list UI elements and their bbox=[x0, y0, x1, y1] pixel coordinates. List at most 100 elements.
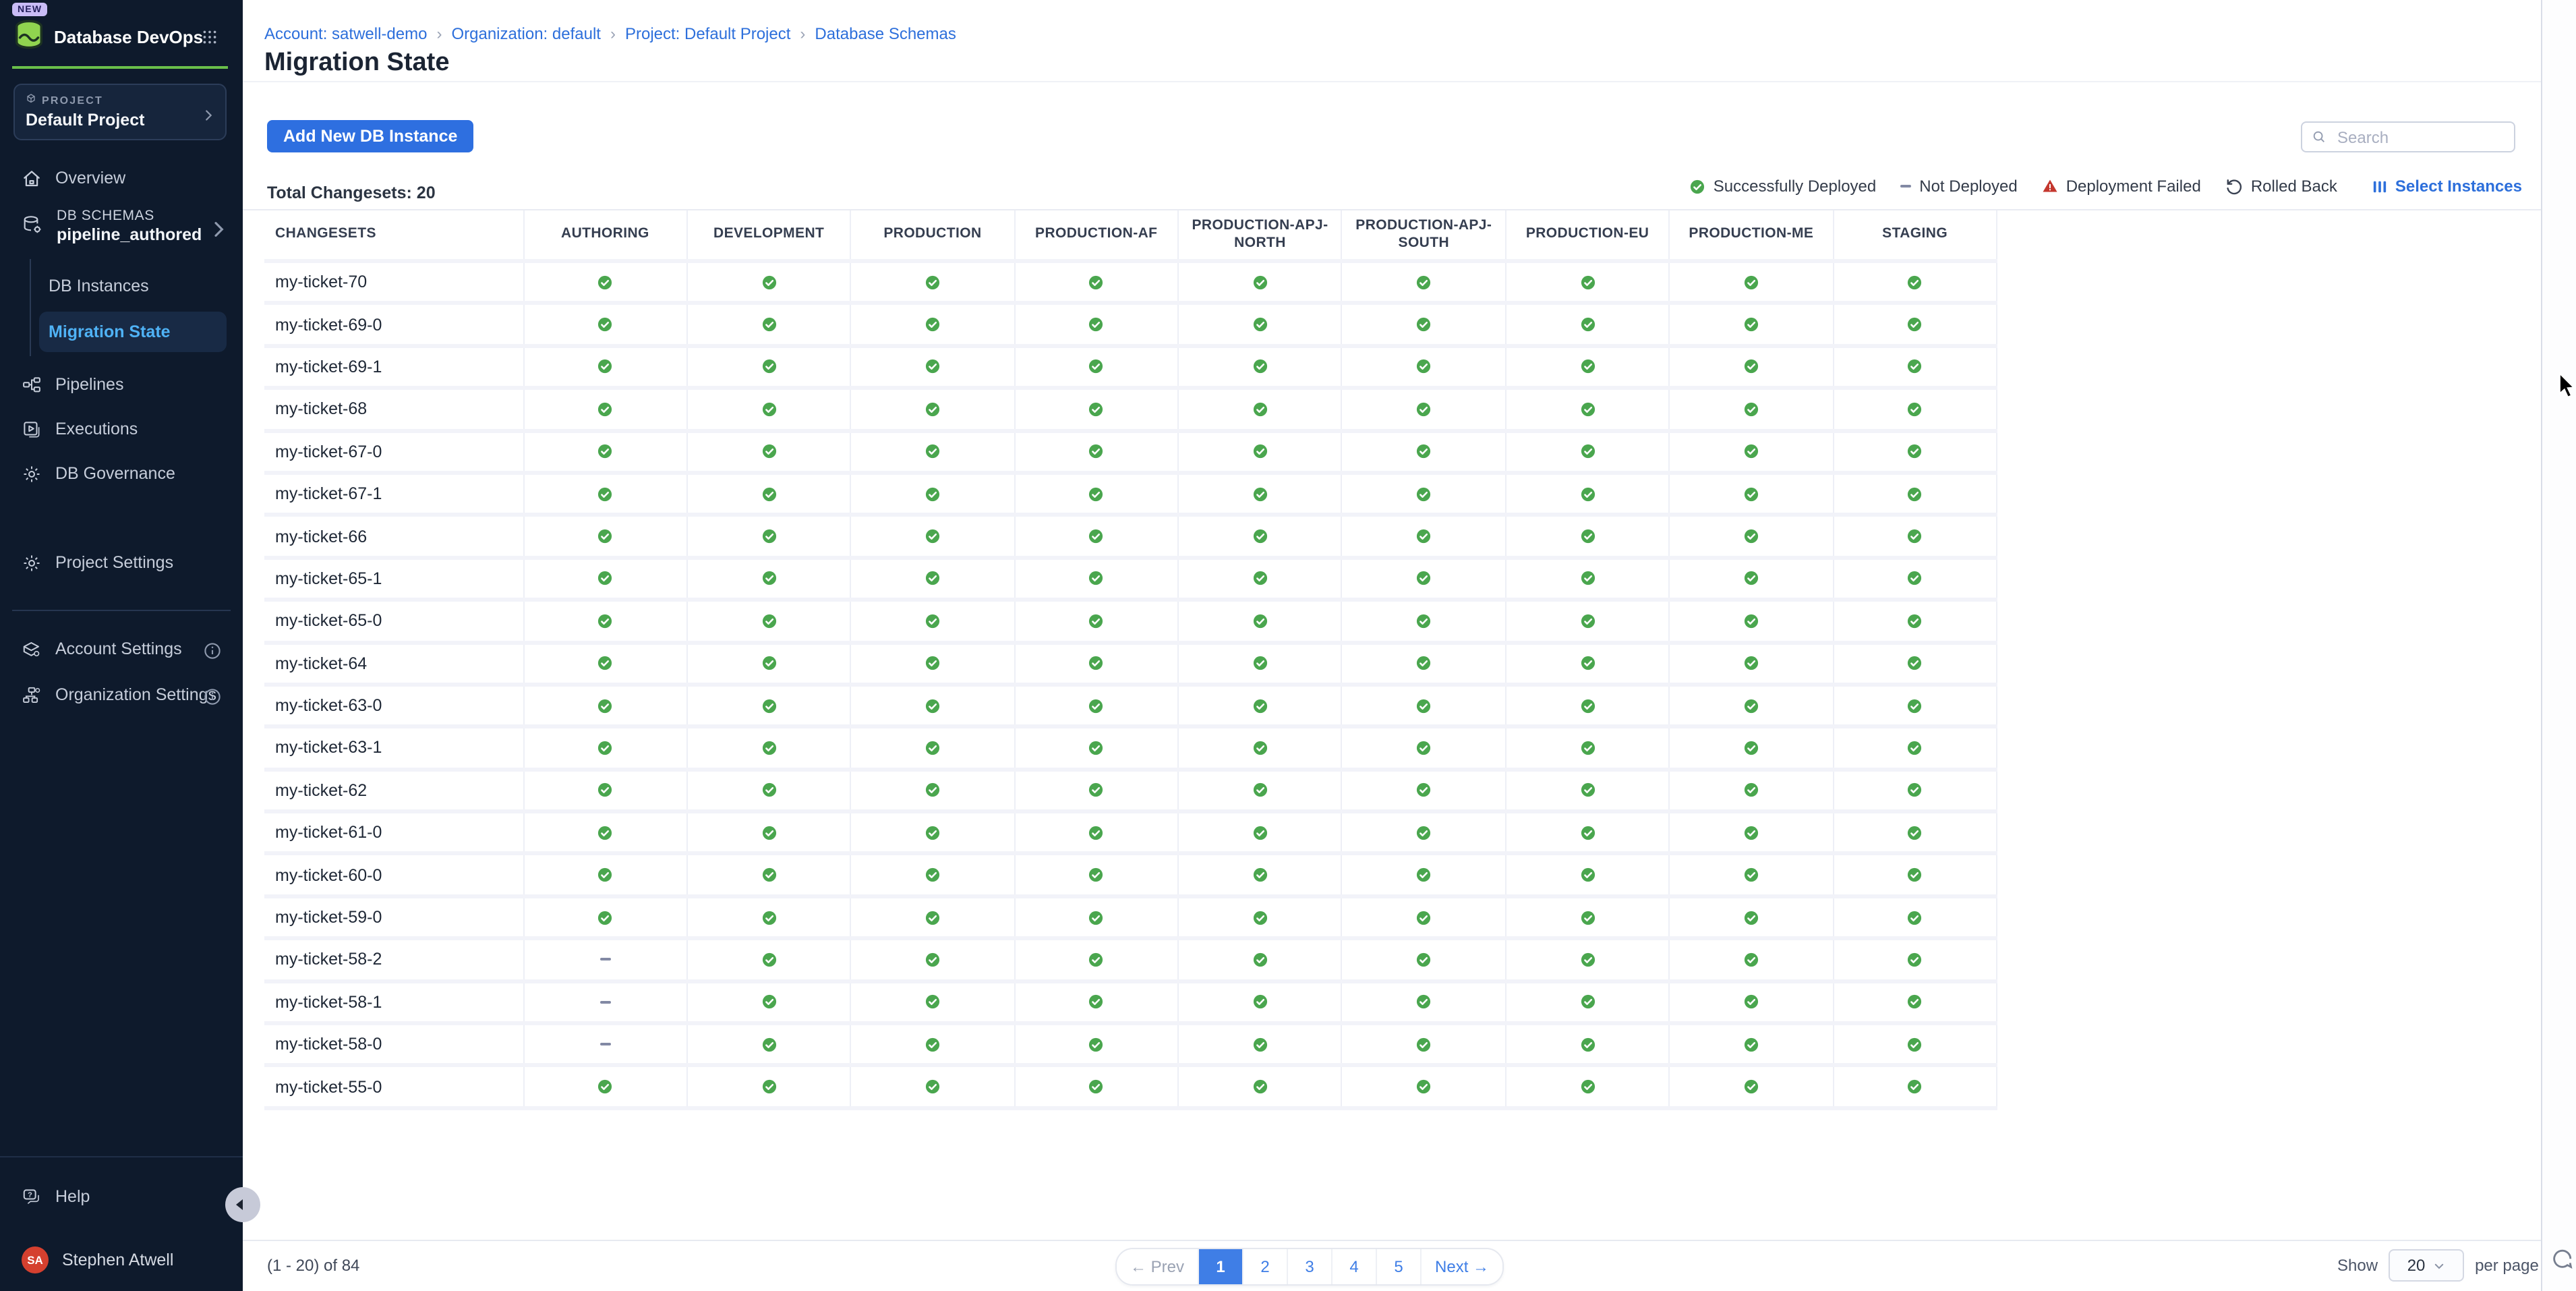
sidebar-item-migration-state[interactable]: Migration State bbox=[39, 312, 227, 352]
success-badge-icon bbox=[1744, 1079, 1759, 1094]
success-badge-icon bbox=[1908, 571, 1923, 586]
changeset-name: my-ticket-68 bbox=[264, 390, 524, 428]
status-cell bbox=[852, 1068, 1016, 1106]
status-cell bbox=[1179, 983, 1343, 1021]
status-cell bbox=[1343, 348, 1506, 386]
chevron-left-icon bbox=[236, 1199, 243, 1210]
status-cell bbox=[1179, 1068, 1343, 1106]
status-cell bbox=[1343, 306, 1506, 344]
column-header: PRODUCTION-ME bbox=[1670, 210, 1834, 259]
success-badge-icon bbox=[925, 826, 940, 840]
status-cell bbox=[1670, 475, 1834, 513]
prev-button[interactable]: ← Prev bbox=[1117, 1249, 1199, 1284]
db-schemas-label: DB SCHEMAS bbox=[57, 207, 202, 223]
status-cell bbox=[1834, 475, 1997, 513]
search-box[interactable] bbox=[2301, 121, 2515, 152]
status-cell bbox=[688, 306, 852, 344]
account-settings-icon bbox=[22, 639, 42, 659]
status-cell bbox=[1179, 432, 1343, 471]
breadcrumb-link[interactable]: Database Schemas bbox=[815, 24, 956, 43]
status-cell bbox=[1179, 771, 1343, 809]
success-badge-icon bbox=[1253, 571, 1268, 586]
sidebar-item-db-schemas[interactable]: DB SCHEMAS pipeline_authored bbox=[0, 200, 243, 251]
sidebar: NEW Database DevOps PROJECT Default Proj… bbox=[0, 0, 243, 1291]
status-cell bbox=[1506, 898, 1670, 937]
status-cell bbox=[1343, 263, 1506, 302]
page-button-3[interactable]: 3 bbox=[1288, 1249, 1333, 1284]
status-cell bbox=[1506, 432, 1670, 471]
sidebar-item-executions[interactable]: Executions bbox=[0, 411, 243, 447]
success-badge-icon bbox=[1744, 995, 1759, 1010]
sidebar-collapse-handle[interactable] bbox=[225, 1187, 260, 1222]
column-header: AUTHORING bbox=[524, 210, 688, 259]
page-button-5[interactable]: 5 bbox=[1377, 1249, 1422, 1284]
project-selector[interactable]: PROJECT Default Project bbox=[13, 84, 227, 140]
sidebar-item-organization-settings[interactable]: Organization Settings bbox=[0, 677, 243, 712]
breadcrumb-separator: › bbox=[800, 24, 805, 43]
sidebar-item-db-governance[interactable]: DB Governance bbox=[0, 456, 243, 491]
success-badge-icon bbox=[925, 571, 940, 586]
status-cell bbox=[1343, 517, 1506, 556]
success-badge-icon bbox=[1253, 614, 1268, 629]
success-badge-icon bbox=[1744, 402, 1759, 417]
success-badge-icon bbox=[1416, 275, 1431, 289]
status-cell bbox=[1670, 729, 1834, 768]
page-button-1[interactable]: 1 bbox=[1199, 1249, 1243, 1284]
select-instances-button[interactable]: Select Instances bbox=[2372, 177, 2522, 196]
per-page-select[interactable]: 20 bbox=[2389, 1249, 2464, 1282]
status-cell bbox=[1506, 263, 1670, 302]
page-button-2[interactable]: 2 bbox=[1243, 1249, 1288, 1284]
status-cell bbox=[852, 517, 1016, 556]
success-badge-icon bbox=[1580, 614, 1595, 629]
breadcrumb-link[interactable]: Organization: default bbox=[451, 24, 601, 43]
new-badge: NEW bbox=[12, 3, 47, 16]
success-badge-icon bbox=[597, 571, 612, 586]
add-new-db-instance-button[interactable]: Add New DB Instance bbox=[267, 120, 473, 152]
status-cell bbox=[1015, 983, 1179, 1021]
status-cell bbox=[852, 1025, 1016, 1064]
status-cell bbox=[1670, 1068, 1834, 1106]
status-cell bbox=[524, 475, 688, 513]
success-badge-icon bbox=[925, 995, 940, 1010]
success-badge-icon bbox=[1089, 402, 1104, 417]
success-badge-icon bbox=[925, 952, 940, 967]
status-cell bbox=[1506, 559, 1670, 598]
success-badge-icon bbox=[597, 402, 612, 417]
status-cell bbox=[1506, 771, 1670, 809]
status-cell bbox=[1015, 390, 1179, 428]
sidebar-item-help[interactable]: ? Help bbox=[0, 1179, 243, 1214]
feedback-chat-icon[interactable] bbox=[2550, 1248, 2573, 1271]
success-badge-icon bbox=[1253, 275, 1268, 289]
status-cell bbox=[1834, 771, 1997, 809]
user-menu[interactable]: SA Stephen Atwell bbox=[0, 1242, 243, 1278]
status-cell bbox=[524, 432, 688, 471]
success-badge-icon bbox=[1089, 783, 1104, 798]
page-button-4[interactable]: 4 bbox=[1333, 1249, 1377, 1284]
success-badge-icon bbox=[1416, 360, 1431, 374]
success-badge-icon bbox=[1908, 952, 1923, 967]
status-cell bbox=[1343, 813, 1506, 852]
app-logo-database-icon bbox=[12, 18, 46, 51]
sidebar-item-project-settings[interactable]: Project Settings bbox=[0, 545, 243, 580]
sidebar-item-pipelines[interactable]: Pipelines bbox=[0, 367, 243, 402]
apps-grid-icon[interactable] bbox=[201, 28, 218, 46]
status-cell bbox=[1343, 687, 1506, 725]
sidebar-item-overview[interactable]: Overview bbox=[0, 161, 243, 196]
legend-label: Successfully Deployed bbox=[1714, 177, 1876, 196]
status-cell bbox=[1343, 390, 1506, 428]
breadcrumb-link[interactable]: Project: Default Project bbox=[625, 24, 790, 43]
success-badge-icon bbox=[1744, 867, 1759, 882]
success-badge-icon bbox=[1908, 614, 1923, 629]
sidebar-item-db-instances[interactable]: DB Instances bbox=[49, 268, 224, 304]
sidebar-item-account-settings[interactable]: Account Settings bbox=[0, 631, 243, 666]
search-input[interactable] bbox=[2335, 126, 2505, 148]
breadcrumb-link[interactable]: Account: satwell-demo bbox=[264, 24, 427, 43]
breadcrumb-separator: › bbox=[436, 24, 442, 43]
success-badge-icon bbox=[1253, 1037, 1268, 1052]
success-badge-icon bbox=[1744, 910, 1759, 925]
success-badge-icon bbox=[1908, 783, 1923, 798]
next-button[interactable]: Next → bbox=[1422, 1249, 1502, 1284]
success-badge-icon bbox=[1416, 1079, 1431, 1094]
status-cell bbox=[852, 432, 1016, 471]
success-badge-icon bbox=[761, 995, 776, 1010]
